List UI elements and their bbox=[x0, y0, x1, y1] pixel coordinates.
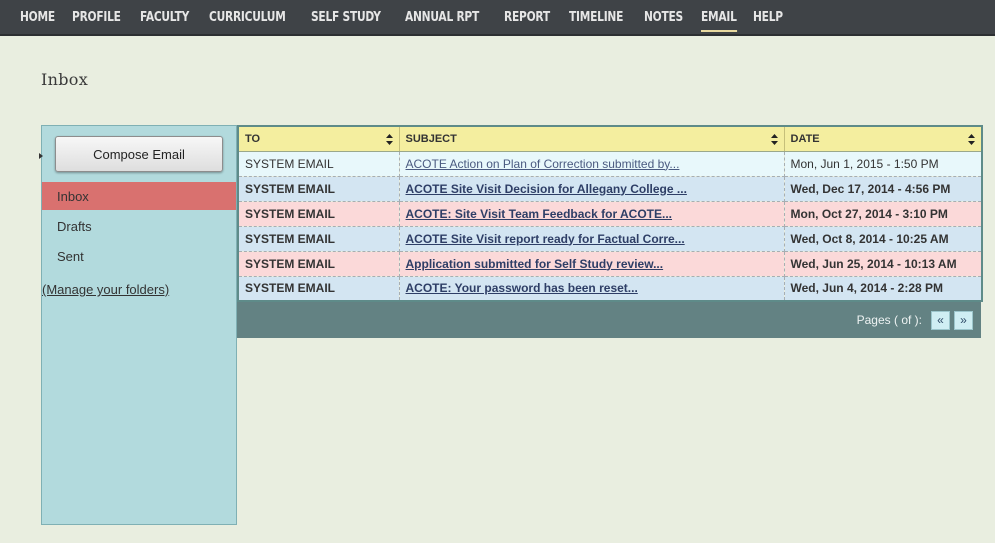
cell-date: Wed, Oct 8, 2014 - 10:25 AM bbox=[784, 226, 983, 252]
nav-item-email[interactable]: EMAIL bbox=[700, 10, 737, 32]
cell-subject: ACOTE: Site Visit Team Feedback for ACOT… bbox=[399, 201, 785, 227]
email-subject-link[interactable]: ACOTE: Site Visit Team Feedback for ACOT… bbox=[406, 207, 673, 221]
nav-item-home[interactable]: HOME bbox=[20, 10, 55, 25]
column-header-date[interactable]: DATE bbox=[784, 126, 983, 152]
email-subject-link[interactable]: ACOTE Site Visit Decision for Allegany C… bbox=[406, 182, 687, 196]
column-header-label: SUBJECT bbox=[405, 132, 457, 145]
table-row[interactable]: SYSTEM EMAIL ACOTE: Your password has bee… bbox=[238, 276, 983, 302]
email-subject-link[interactable]: Application submitted for Self Study rev… bbox=[406, 257, 664, 271]
cell-to: SYSTEM EMAIL bbox=[238, 226, 400, 252]
cell-to: SYSTEM EMAIL bbox=[238, 276, 400, 302]
column-header-subject[interactable]: SUBJECT bbox=[399, 126, 785, 152]
nav-item-curriculum[interactable]: CURRICULUM bbox=[209, 10, 286, 25]
nav-item-report[interactable]: REPORT bbox=[504, 10, 550, 25]
cell-to: SYSTEM EMAIL bbox=[238, 151, 400, 177]
email-subject-link[interactable]: ACOTE: Your password has been reset... bbox=[406, 281, 638, 295]
inbox-table: TO SUBJECT DATE SYSTEM EMAIL ACOTE Action… bbox=[237, 125, 983, 302]
cell-to: SYSTEM EMAIL bbox=[238, 251, 400, 277]
top-nav: HOME PROFILE FACULTY CURRICULUM SELF STUDY AN… bbox=[0, 0, 995, 36]
nav-item-self-study[interactable]: SELF STUDY bbox=[311, 10, 381, 25]
column-header-label: TO bbox=[245, 132, 261, 145]
table-row[interactable]: SYSTEM EMAIL ACOTE Site Visit report read… bbox=[238, 226, 983, 252]
nav-item-profile[interactable]: PROFILE bbox=[72, 10, 121, 25]
sort-arrows-icon[interactable] bbox=[770, 134, 778, 145]
cell-subject: ACOTE: Your password has been reset... bbox=[399, 276, 785, 302]
cell-to: SYSTEM EMAIL bbox=[238, 176, 400, 202]
nav-item-notes[interactable]: NOTES bbox=[644, 10, 683, 25]
column-header-label: DATE bbox=[790, 132, 820, 145]
next-page-button[interactable]: » bbox=[954, 310, 973, 330]
cell-subject: ACOTE Site Visit report ready for Factua… bbox=[399, 226, 785, 252]
cell-subject: ACOTE Action on Plan of Correction submi… bbox=[399, 151, 785, 177]
table-row[interactable]: SYSTEM EMAIL ACOTE Site Visit Decision fo… bbox=[238, 176, 983, 202]
table-row[interactable]: SYSTEM EMAIL Application submitted for Se… bbox=[238, 251, 983, 277]
nav-menu: HOME PROFILE FACULTY CURRICULUM SELF STUDY AN… bbox=[20, 10, 799, 32]
folder-sent[interactable]: Sent bbox=[42, 242, 236, 270]
inbox-table-container: TO SUBJECT DATE SYSTEM EMAIL ACOTE Action… bbox=[237, 125, 983, 338]
manage-folders-link[interactable]: (Manage your folders) bbox=[42, 282, 169, 297]
sort-arrows-icon[interactable] bbox=[385, 134, 393, 145]
email-subject-link[interactable]: ACOTE Action on Plan of Correction submi… bbox=[406, 157, 680, 171]
pointer-marker-icon bbox=[39, 153, 43, 159]
nav-item-annual-rpt[interactable]: ANNUAL RPT bbox=[405, 10, 479, 25]
nav-item-timeline[interactable]: TIMELINE bbox=[569, 10, 623, 25]
sort-arrows-icon[interactable] bbox=[968, 134, 975, 145]
cell-date: Mon, Jun 1, 2015 - 1:50 PM bbox=[784, 151, 983, 177]
folder-sidebar: Compose Email Inbox Drafts Sent (Manage … bbox=[39, 125, 237, 525]
prev-page-button[interactable]: « bbox=[931, 310, 950, 330]
pagination-bar: Pages ( of ): « » bbox=[237, 302, 981, 338]
cell-date: Wed, Jun 4, 2014 - 2:28 PM bbox=[784, 276, 983, 302]
folder-drafts[interactable]: Drafts bbox=[42, 212, 236, 240]
nav-item-faculty[interactable]: FACULTY bbox=[140, 10, 189, 25]
cell-date: Wed, Dec 17, 2014 - 4:56 PM bbox=[784, 176, 983, 202]
table-row[interactable]: SYSTEM EMAIL ACOTE: Site Visit Team Feedb… bbox=[238, 201, 983, 227]
email-subject-link[interactable]: ACOTE Site Visit report ready for Factua… bbox=[406, 232, 685, 246]
pages-label: Pages ( of ): bbox=[856, 313, 922, 327]
folder-inbox[interactable]: Inbox bbox=[42, 182, 236, 210]
cell-to: SYSTEM EMAIL bbox=[238, 201, 400, 227]
page-title: Inbox bbox=[41, 70, 89, 89]
compose-email-button[interactable]: Compose Email bbox=[55, 136, 223, 172]
table-header-row: TO SUBJECT DATE bbox=[238, 126, 983, 152]
cell-date: Mon, Oct 27, 2014 - 3:10 PM bbox=[784, 201, 983, 227]
table-row[interactable]: SYSTEM EMAIL ACOTE Action on Plan of Corr… bbox=[238, 151, 983, 177]
cell-subject: ACOTE Site Visit Decision for Allegany C… bbox=[399, 176, 785, 202]
column-header-to[interactable]: TO bbox=[238, 126, 400, 152]
cell-date: Wed, Jun 25, 2014 - 10:13 AM bbox=[784, 251, 983, 277]
nav-item-help[interactable]: HELP bbox=[753, 10, 783, 25]
cell-subject: Application submitted for Self Study rev… bbox=[399, 251, 785, 277]
